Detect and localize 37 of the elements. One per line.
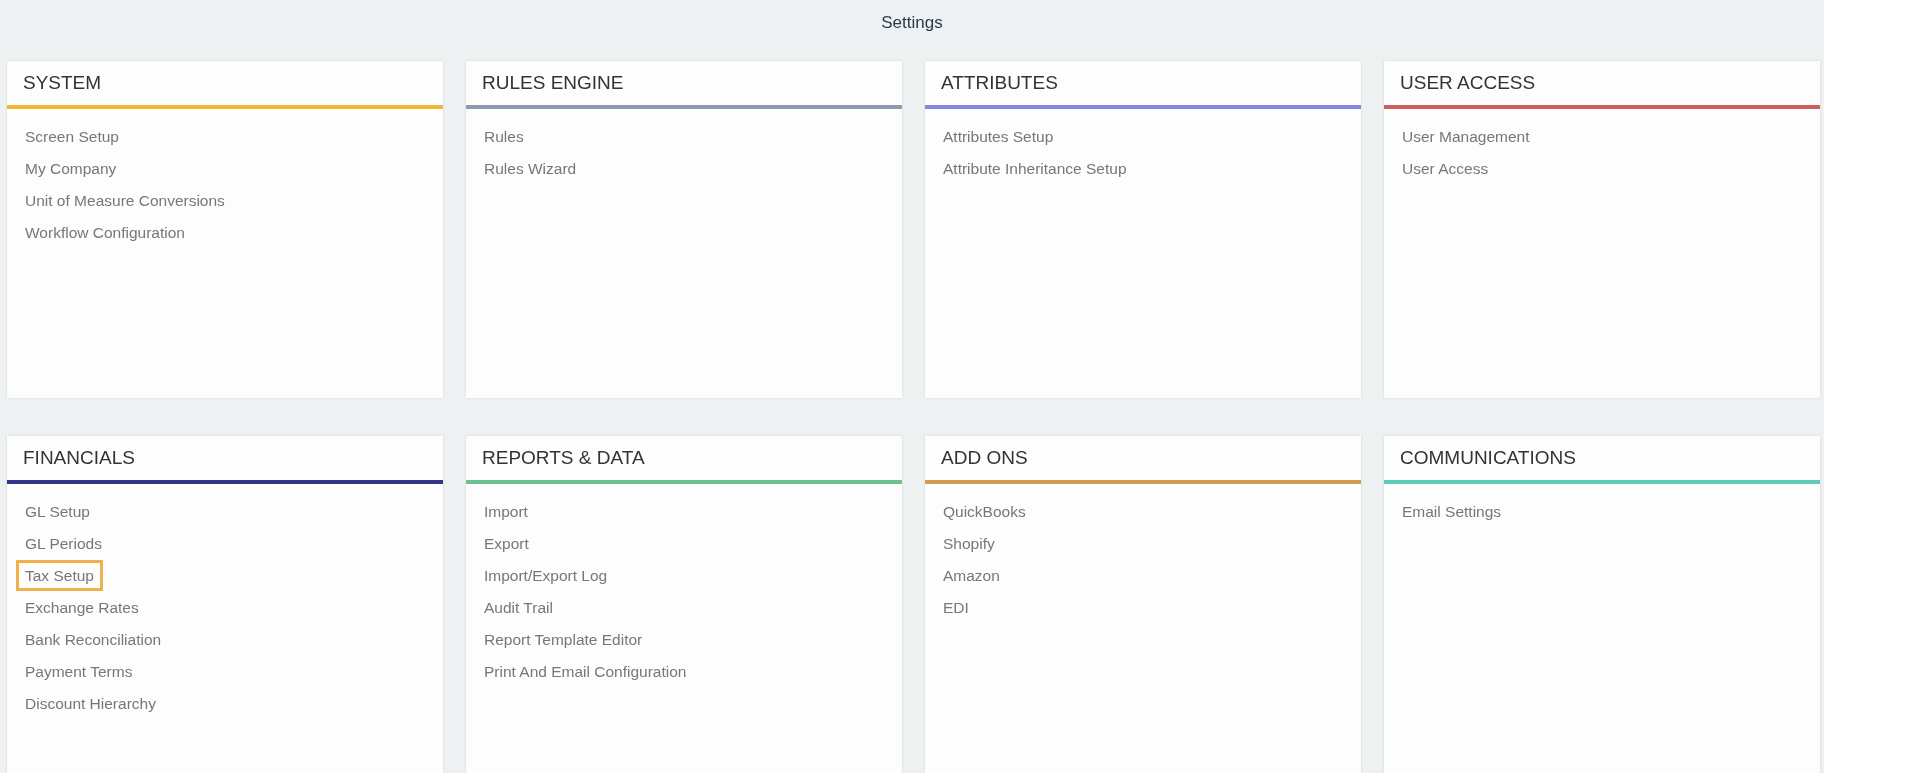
settings-link[interactable]: Bank Reconciliation — [16, 624, 171, 655]
settings-link[interactable]: Unit of Measure Conversions — [16, 185, 234, 216]
settings-link[interactable]: Workflow Configuration — [16, 217, 194, 248]
settings-link[interactable]: GL Setup — [16, 496, 99, 527]
settings-link[interactable]: Print And Email Configuration — [475, 656, 696, 687]
settings-link[interactable]: Discount Hierarchy — [16, 688, 165, 719]
card-title: USER ACCESS — [1400, 70, 1536, 95]
card-title: ADD ONS — [941, 445, 1028, 470]
settings-link[interactable]: QuickBooks — [934, 496, 1035, 527]
card-title: SYSTEM — [23, 70, 102, 95]
settings-link[interactable]: Rules — [475, 121, 533, 152]
settings-link[interactable]: Attributes Setup — [934, 121, 1063, 152]
settings-link[interactable]: Amazon — [934, 560, 1009, 591]
card-title: FINANCIALS — [23, 445, 135, 470]
settings-link[interactable]: Export — [475, 528, 538, 559]
settings-link[interactable]: User Management — [1393, 121, 1539, 152]
card-title: REPORTS & DATA — [482, 445, 645, 470]
settings-link[interactable]: Audit Trail — [475, 592, 562, 623]
settings-link[interactable]: Screen Setup — [16, 121, 128, 152]
settings-link[interactable]: Import/Export Log — [475, 560, 617, 591]
settings-link[interactable]: Email Settings — [1393, 496, 1511, 527]
settings-link[interactable]: GL Periods — [16, 528, 111, 559]
settings-link[interactable]: Import — [475, 496, 537, 527]
card-title: COMMUNICATIONS — [1400, 445, 1576, 470]
settings-link[interactable]: Shopify — [934, 528, 1004, 559]
page-title: Settings — [881, 11, 943, 34]
settings-link[interactable]: EDI — [934, 592, 978, 623]
settings-link[interactable]: Payment Terms — [16, 656, 142, 687]
settings-link[interactable]: Exchange Rates — [16, 592, 148, 623]
settings-link[interactable]: My Company — [16, 153, 126, 184]
card-title: ATTRIBUTES — [941, 70, 1058, 95]
settings-link[interactable]: Rules Wizard — [475, 153, 586, 184]
settings-link[interactable]: Report Template Editor — [475, 624, 652, 655]
card-title: RULES ENGINE — [482, 70, 624, 95]
settings-link[interactable]: Tax Setup — [16, 560, 103, 591]
settings-link[interactable]: Attribute Inheritance Setup — [934, 153, 1136, 184]
settings-link[interactable]: User Access — [1393, 153, 1498, 184]
